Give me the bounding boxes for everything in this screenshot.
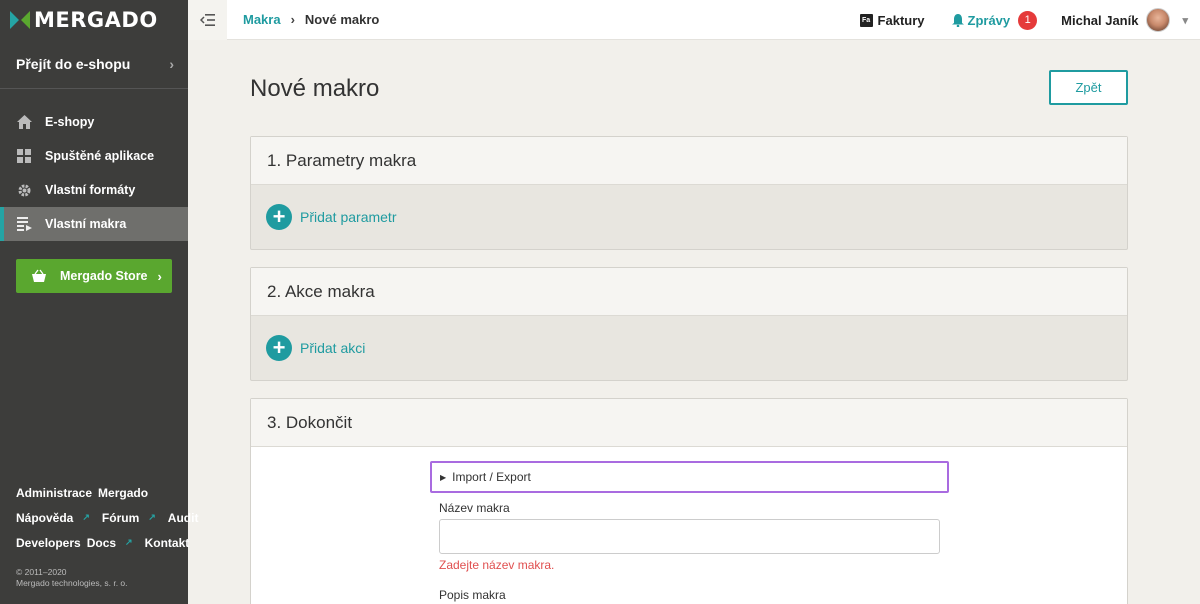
basket-icon: [32, 269, 46, 282]
sidebar-item-label: Vlastní makra: [45, 217, 127, 231]
footer-link-label: Nápověda: [16, 510, 74, 525]
logo[interactable]: MERGADO: [0, 0, 188, 40]
section-title: 3. Dokončit: [251, 399, 1127, 447]
go-to-eshop-label: Přejít do e-shopu: [16, 56, 131, 72]
footer-link-kontakt[interactable]: Kontakt: [145, 536, 190, 550]
breadcrumb-separator-icon: ›: [290, 12, 295, 27]
sidebar-item-running-apps[interactable]: Spuštěné aplikace: [0, 139, 188, 173]
macro-name-label: Název makra: [439, 501, 510, 515]
section-parameters: 1. Parametry makra + Přidat parametr: [250, 136, 1128, 250]
chevron-right-icon: ›: [157, 268, 162, 284]
copyright-years: © 2011–2020: [16, 567, 67, 577]
sidebar-item-custom-macros[interactable]: Vlastní makra: [0, 207, 188, 241]
macro-name-input[interactable]: [439, 519, 940, 554]
user-name: Michal Janík: [1061, 12, 1139, 28]
top-bar: Makra › Nové makro Fa Faktury Zprávy 1 M…: [188, 0, 1200, 40]
main-content: Nové makro Zpět 1. Parametry makra + Při…: [188, 40, 1200, 604]
breadcrumb-current: Nové makro: [304, 12, 380, 27]
footer-link-administrace[interactable]: Administrace: [16, 486, 92, 500]
footer-link-developers[interactable]: Developers: [16, 536, 81, 550]
sidebar-nav: E-shopy Spuštěné aplikace Vlastní formát…: [0, 105, 188, 241]
disclosure-triangle-icon: ▶: [440, 472, 447, 482]
add-parameter-label: Přidat parametr: [300, 209, 397, 225]
sidebar-item-label: E-shopy: [45, 115, 95, 129]
sidebar-item-eshopy[interactable]: E-shopy: [0, 105, 188, 139]
external-link-icon: ↗: [148, 512, 156, 522]
section-body: + Přidat akci: [251, 316, 1127, 380]
bell-icon: [951, 13, 964, 27]
footer-links: Administrace Mergado Nápověda ↗ Fórum ↗ Au…: [16, 480, 204, 555]
import-export-toggle[interactable]: ▶ Import / Export: [430, 461, 949, 493]
mergado-store-button[interactable]: Mergado Store ›: [16, 259, 172, 293]
footer-row: Nápověda ↗ Fórum ↗ Audit: [16, 505, 204, 530]
breadcrumb-makra[interactable]: Makra: [243, 12, 281, 27]
page-title: Nové makro: [250, 75, 380, 102]
chevron-right-icon: ›: [169, 56, 174, 72]
add-action-button[interactable]: + Přidat akci: [266, 335, 365, 361]
import-export-label: Import / Export: [452, 470, 531, 484]
chevron-down-icon: ▾: [1182, 14, 1188, 27]
external-link-icon: ↗: [125, 537, 133, 547]
avatar: [1146, 8, 1171, 32]
plus-circle-icon: +: [266, 204, 292, 230]
mergado-store-label: Mergado Store: [60, 269, 148, 283]
sidebar-item-label: Vlastní formáty: [45, 183, 136, 197]
section-body: + Přidat parametr: [251, 185, 1127, 249]
footer-link-forum[interactable]: Fórum ↗: [102, 511, 162, 525]
add-parameter-button[interactable]: + Přidat parametr: [266, 204, 396, 230]
mergado-logo-icon: [10, 11, 30, 29]
footer-row: Administrace Mergado: [16, 480, 204, 505]
go-to-eshop-link[interactable]: Přejít do e-shopu ›: [0, 40, 188, 89]
sidebar-item-label: Spuštěné aplikace: [45, 149, 155, 163]
footer-link-napoveda[interactable]: Nápověda ↗: [16, 511, 96, 525]
collapse-sidebar-button[interactable]: [188, 0, 227, 40]
faktury-label: Faktury: [877, 12, 925, 28]
invoice-icon: Fa: [859, 13, 873, 27]
messages-label: Zprávy: [967, 12, 1011, 28]
sidebar-item-custom-formats[interactable]: Vlastní formáty: [0, 173, 188, 207]
copyright-company: Mergado technologies, s. r. o.: [16, 578, 128, 588]
add-action-label: Přidat akci: [300, 340, 366, 356]
logo-text: MERGADO: [34, 8, 158, 32]
footer-link-docs[interactable]: Docs ↗: [87, 536, 139, 550]
home-icon: [16, 114, 32, 130]
breadcrumb: Makra › Nové makro: [243, 12, 379, 27]
user-menu[interactable]: Michal Janík ▾: [1061, 8, 1188, 32]
footer-link-label: Docs: [86, 535, 117, 550]
top-right-menu: Fa Faktury Zprávy 1 Michal Janík ▾: [859, 0, 1200, 40]
section-actions: 2. Akce makra + Přidat akci: [250, 267, 1128, 381]
faktury-link[interactable]: Fa Faktury: [859, 12, 925, 28]
section-title: 2. Akce makra: [251, 268, 1127, 316]
copyright: © 2011–2020 Mergado technologies, s. r. …: [16, 567, 128, 589]
messages-link[interactable]: Zprávy 1: [951, 10, 1038, 30]
footer-link-label: Fórum: [101, 510, 140, 525]
section-finish: 3. Dokončit ▶ Import / Export Název makr…: [250, 398, 1128, 604]
macro-name-error: Zadejte název makra.: [439, 558, 555, 572]
external-link-icon: ↗: [82, 512, 90, 522]
gear-icon: [16, 182, 32, 198]
back-button[interactable]: Zpět: [1049, 70, 1128, 105]
plus-circle-icon: +: [266, 335, 292, 361]
footer-link-mergado[interactable]: Mergado: [98, 486, 148, 500]
macro-list-icon: [16, 216, 32, 232]
collapse-sidebar-icon: [200, 13, 215, 26]
section-title: 1. Parametry makra: [251, 137, 1127, 185]
grid-icon: [16, 148, 32, 164]
messages-count-badge: 1: [1018, 10, 1038, 30]
sidebar: MERGADO Přejít do e-shopu › E-shopy Spuš…: [0, 0, 198, 604]
macro-description-label: Popis makra: [439, 588, 506, 602]
footer-row: Developers Docs ↗ Kontakt: [16, 530, 204, 555]
